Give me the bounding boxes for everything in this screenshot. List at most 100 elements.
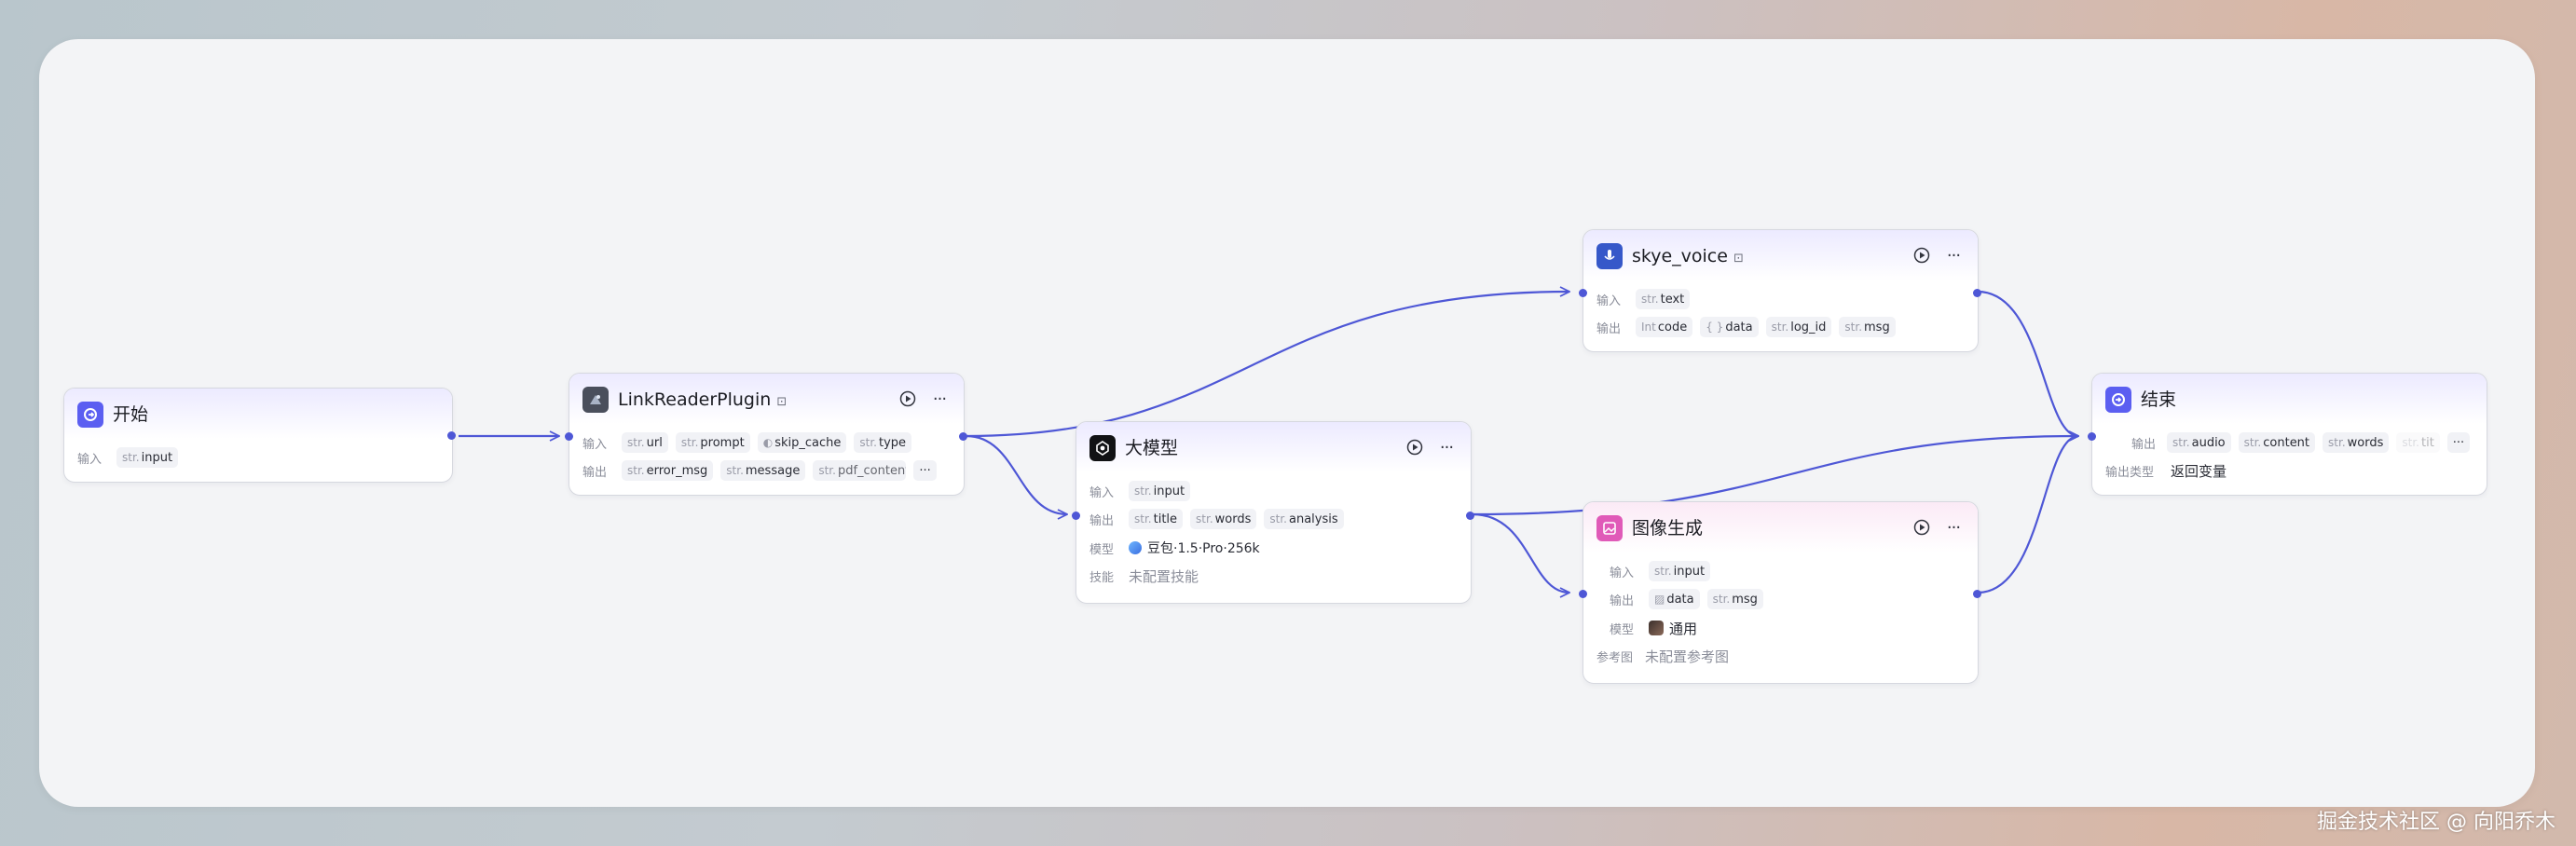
plugin-badge-icon: ⊡ [776, 395, 788, 409]
node-image-header: 图像生成 ··· [1583, 502, 1978, 553]
skill-value: 未配置技能 [1129, 567, 1199, 585]
node-link-header: LinkReaderPlugin ⊡ ··· [569, 374, 964, 424]
image-ref-row: 参考图 未配置参考图 [1596, 648, 1730, 665]
image-input-row: 输入 str. input [1610, 560, 1718, 582]
link-output-port[interactable] [959, 432, 967, 441]
param-input[interactable]: str. input [1649, 561, 1711, 581]
node-start[interactable]: 开始 输入 str. input [63, 388, 456, 483]
run-button[interactable] [897, 389, 918, 409]
end-output-row: 输出 str. audio str. content str. words str. t… [2131, 431, 2477, 454]
output-type-value[interactable]: 返回变量 [2171, 461, 2227, 481]
param-code[interactable]: Int code [1636, 317, 1693, 337]
plugin-icon [582, 387, 609, 413]
param-content[interactable]: str. content [2238, 432, 2316, 453]
start-output-port[interactable] [447, 431, 456, 440]
node-link-title: LinkReaderPlugin ⊡ [618, 389, 788, 410]
image-output-row: 输出 ▨ data str. msg [1610, 588, 1771, 610]
param-words[interactable]: str. words [1190, 509, 1257, 529]
param-pdf-content[interactable]: str. pdf_content [813, 460, 907, 481]
llm-input-row: 输入 str. input [1089, 480, 1198, 502]
param-data-image[interactable]: ▨ data [1649, 589, 1700, 609]
param-input[interactable]: str. input [1129, 481, 1191, 501]
param-log-id[interactable]: str. log_id [1765, 317, 1832, 337]
param-data[interactable]: { } data [1700, 317, 1759, 337]
edge-image-end[interactable] [1977, 436, 2078, 594]
param-title[interactable]: str. title [1129, 509, 1184, 529]
image-output-port[interactable] [1973, 590, 1981, 598]
llm-model-row: 模型 豆包·1.5·Pro·256k [1089, 537, 1260, 559]
param-text[interactable]: str. text [1636, 289, 1691, 309]
node-llm-title: 大模型 [1125, 438, 1179, 458]
llm-output-row: 输出 str. title str. words str. analysis [1089, 508, 1351, 530]
ref-image-value: 未配置参考图 [1645, 648, 1730, 665]
end-output-type-row: 输出类型 返回变量 [2105, 461, 2227, 481]
param-type[interactable]: str. type [854, 432, 912, 453]
param-skip-cache[interactable]: ◐ skip_cache [757, 432, 847, 453]
node-voice-header: skye_voice ⊡ ··· [1583, 230, 1978, 280]
link-input-row: 输入 str. url str. prompt ◐ skip_cache str. ty… [582, 431, 919, 454]
run-button[interactable] [1911, 517, 1932, 538]
node-link-reader[interactable]: LinkReaderPlugin ⊡ ··· 输入 str. url str. pro… [565, 373, 967, 496]
node-llm[interactable]: 大模型 ··· 输入 str. input 输出 str. title str. wo… [1072, 421, 1474, 604]
param-error-msg[interactable]: str. error_msg [622, 460, 714, 481]
doubao-model-icon [1129, 541, 1142, 554]
voice-plugin-icon [1596, 243, 1623, 269]
run-button[interactable] [1911, 245, 1932, 266]
llm-skill-row: 技能 未配置技能 [1089, 567, 1199, 585]
edge-link-llm[interactable] [966, 434, 1067, 514]
workflow-canvas[interactable]: 开始 输入 str. input LinkReaderPlugin ⊡ ··· 输入… [39, 39, 2535, 807]
start-input-pill[interactable]: str. input [116, 447, 179, 468]
node-end-header: 结束 [2092, 374, 2487, 424]
llm-icon [1089, 435, 1116, 461]
model-name[interactable]: 通用 [1669, 619, 1697, 638]
llm-output-port[interactable] [1466, 512, 1474, 520]
param-message[interactable]: str. message [720, 460, 806, 481]
start-icon [77, 402, 103, 428]
param-msg[interactable]: str. msg [1706, 589, 1763, 609]
watermark: 掘金技术社区 @ 向阳乔木 [2317, 811, 2555, 834]
end-icon [2105, 387, 2131, 413]
input-label: 输入 [77, 452, 103, 467]
node-voice-title: skye_voice ⊡ [1632, 246, 1744, 266]
param-audio[interactable]: str. audio [2167, 432, 2231, 453]
node-start-title: 开始 [113, 404, 149, 425]
voice-output-port[interactable] [1973, 289, 1981, 297]
more-options-button[interactable]: ··· [1943, 245, 1964, 266]
llm-input-port[interactable] [1072, 512, 1080, 520]
link-output-row: 输出 str. error_msg str. message str. pdf_con… [582, 459, 944, 482]
param-prompt[interactable]: str. prompt [675, 432, 750, 453]
param-msg[interactable]: str. msg [1839, 317, 1896, 337]
node-llm-header: 大模型 ··· [1076, 422, 1471, 472]
image-type-icon: ▨ [1654, 593, 1665, 606]
start-input-row: 输入 str. input [77, 446, 185, 469]
voice-input-row: 输入 str. text [1596, 288, 1697, 310]
toggle-icon: ◐ [762, 436, 774, 449]
image-gen-icon [1596, 515, 1623, 541]
param-url[interactable]: str. url [622, 432, 668, 453]
param-words[interactable]: str. words [2323, 432, 2390, 453]
node-skye-voice[interactable]: skye_voice ⊡ ··· 输入 str. text 输出 Int code {… [1579, 229, 1981, 352]
node-image-gen[interactable]: 图像生成 ··· 输入 str. input 输出 ▨ data str. msg 模… [1579, 501, 1981, 684]
node-start-header: 开始 [64, 389, 452, 439]
edge-voice-end[interactable] [1977, 290, 2078, 436]
edge-link-voice[interactable] [966, 292, 1569, 438]
image-input-port[interactable] [1579, 590, 1587, 598]
more-params-button[interactable]: ··· [913, 460, 937, 481]
more-options-button[interactable]: ··· [929, 389, 950, 409]
node-image-title: 图像生成 [1632, 518, 1704, 539]
image-model-row: 模型 通用 [1610, 619, 1698, 638]
link-input-port[interactable] [565, 432, 573, 441]
more-options-button[interactable]: ··· [1943, 517, 1964, 538]
more-params-button[interactable]: ··· [2446, 432, 2471, 453]
node-end-title: 结束 [2141, 389, 2177, 410]
edge-llm-image[interactable] [1472, 512, 1569, 593]
voice-input-port[interactable] [1579, 289, 1587, 297]
run-button[interactable] [1404, 437, 1425, 457]
node-end[interactable]: 结束 输出 str. audio str. content str. words st… [2088, 373, 2487, 496]
model-name[interactable]: 豆包·1.5·Pro·256k [1147, 539, 1260, 557]
plugin-badge-icon: ⊡ [1733, 252, 1744, 266]
param-title-faded[interactable]: str. tit [2396, 432, 2440, 453]
more-options-button[interactable]: ··· [1436, 437, 1457, 457]
param-analysis[interactable]: str. analysis [1264, 509, 1344, 529]
end-input-port[interactable] [2088, 432, 2096, 441]
